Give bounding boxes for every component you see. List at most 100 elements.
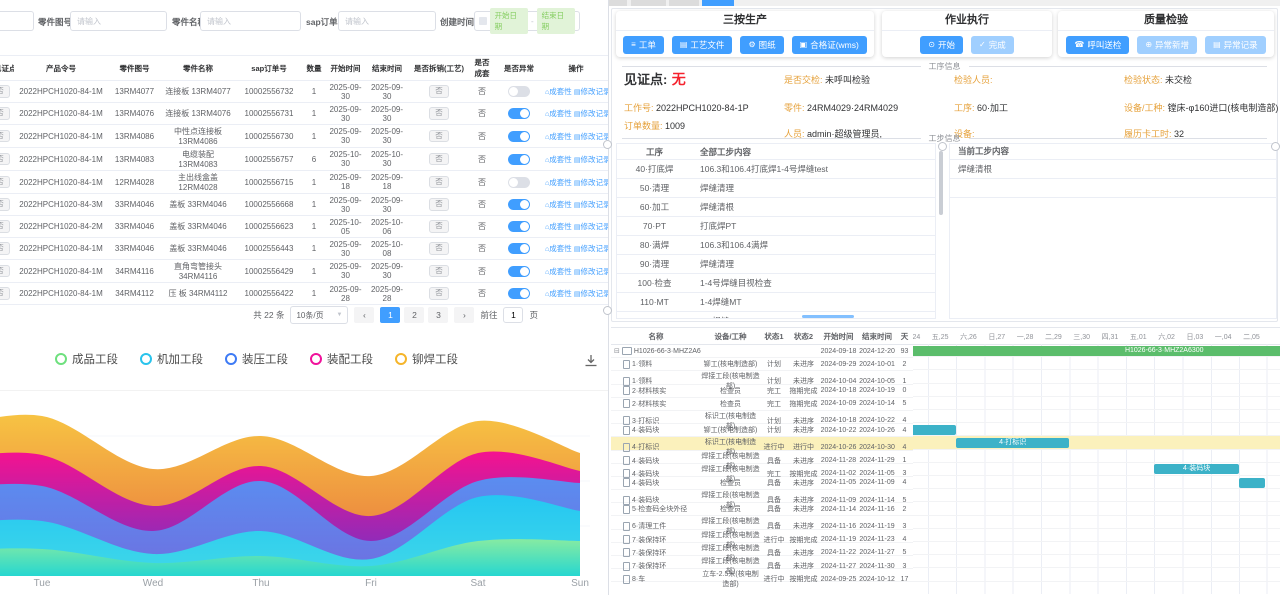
page-button-2[interactable]: 2 <box>404 307 424 323</box>
page-button-1[interactable]: 1 <box>380 307 400 323</box>
table-row[interactable]: 否2022HPCH1020-84-3M33RM4046盖板 33RM404610… <box>0 194 608 216</box>
legend-item-3[interactable]: 装压工段 <box>225 351 288 367</box>
table-row[interactable]: 否2022HPCH1020-84-2M33RM4046盖板 33RM404610… <box>0 216 608 238</box>
tab-active[interactable] <box>702 0 734 6</box>
table-row[interactable]: 否2022HPCH1020-84-1M13RM4086中性点连接板 13RM40… <box>0 125 608 148</box>
part-number-input[interactable] <box>70 11 167 31</box>
witness-no-button[interactable]: 否 <box>0 85 10 97</box>
sap-order-input[interactable] <box>338 11 436 31</box>
process-row[interactable]: 60·加工焊缝清根 <box>617 198 935 217</box>
split-no-button[interactable]: 否 <box>429 220 449 232</box>
witness-no-button[interactable]: 否 <box>0 107 10 119</box>
splitter-handle-left-top[interactable] <box>603 140 612 149</box>
split-no-button[interactable]: 否 <box>429 107 449 119</box>
abnormal-toggle[interactable] <box>508 199 530 210</box>
witness-no-button[interactable]: 否 <box>0 220 10 232</box>
witness-no-button[interactable]: 否 <box>0 198 10 210</box>
modify-record-link[interactable]: ▤修改记录 <box>574 267 608 276</box>
工单-button[interactable]: ≡工单 <box>623 36 664 54</box>
gantt-row[interactable]: 8·车立车-2.5米(核电制造部)进行中按期完成2024-09-252024-1… <box>611 569 913 582</box>
abnormal-toggle[interactable] <box>508 131 530 142</box>
gantt-row[interactable]: 1·领料焊接工段(核电制造部)计划未进序2024-10-042024-10-05… <box>611 371 913 384</box>
split-no-button[interactable]: 否 <box>429 153 449 165</box>
gantt-row[interactable]: 4·装码块焊接工段(核电制造部)具备未进序2024-11-282024-11-2… <box>611 451 913 464</box>
completeness-link[interactable]: ⌂成套性 <box>545 87 574 96</box>
gantt-row[interactable]: 4·装码块焊接工段(核电制造部)完工按期完成2024-11-022024-11-… <box>611 464 913 477</box>
abnormal-toggle[interactable] <box>508 177 530 188</box>
gantt-row[interactable]: 4·装码块焊接工段(核电制造部)具备未进序2024-11-092024-11-1… <box>611 490 913 503</box>
tab-3[interactable] <box>669 0 699 6</box>
process-row[interactable]: 70·PT打底焊PT <box>617 217 935 236</box>
completeness-link[interactable]: ⌂成套性 <box>545 267 574 276</box>
completeness-link[interactable]: ⌂成套性 <box>545 132 574 141</box>
abnormal-toggle[interactable] <box>508 266 530 277</box>
gantt-row[interactable]: 7·装保持环焊接工段(核电制造部)具备未进序2024-11-272024-11-… <box>611 556 913 569</box>
split-no-button[interactable]: 否 <box>429 242 449 254</box>
witness-no-button[interactable]: 否 <box>0 242 10 254</box>
异常记录-button[interactable]: ▤异常记录 <box>1205 36 1266 54</box>
gantt-row[interactable]: 2·材料核实检查员完工拖期完成2024-10-182024-10-190 <box>611 385 913 398</box>
gantt-row[interactable]: ⊟H1026-66-3·MHZ2A63002024-09-182024-12-2… <box>611 345 913 358</box>
gantt-row[interactable]: 6·清理工件焊接工段(核电制造部)具备未进序2024-11-162024-11-… <box>611 516 913 529</box>
part-name-input[interactable] <box>200 11 301 31</box>
completeness-link[interactable]: ⌂成套性 <box>545 200 574 209</box>
gantt-row[interactable]: 4·装码块铆工(核电制造部)计划未进序2024-10-222024-10-264 <box>611 424 913 437</box>
process-row[interactable]: 120·UT1-4焊缝UT <box>617 312 935 319</box>
witness-no-button[interactable]: 否 <box>0 265 10 277</box>
witness-no-button[interactable]: 否 <box>0 130 10 142</box>
splitter-handle-left-bottom[interactable] <box>603 306 612 315</box>
process-row[interactable]: 50·清理焊缝清理 <box>617 179 935 198</box>
goto-page-input[interactable] <box>503 307 523 323</box>
process-row[interactable]: 80·满焊106.3和106.4满焊 <box>617 236 935 255</box>
gantt-row[interactable]: 5·检查码全块外径检查员具备未进序2024-11-142024-11-162 <box>611 503 913 516</box>
witness-no-button[interactable]: 否 <box>0 153 10 165</box>
完成-button[interactable]: ✓完成 <box>971 36 1014 54</box>
gantt-bar-4·打标识[interactable]: 4·打标识 <box>956 438 1069 448</box>
abnormal-toggle[interactable] <box>508 86 530 97</box>
table-row[interactable]: 否2022HPCH1020-84-1M34RM4116直角弯管接头 34RM41… <box>0 260 608 283</box>
splitter-handle-right[interactable] <box>1271 142 1280 151</box>
modify-record-link[interactable]: ▤修改记录 <box>574 109 608 118</box>
gantt-row[interactable]: 2·材料核实检查员完工拖期完成2024-10-092024-10-145 <box>611 398 913 411</box>
modify-record-link[interactable]: ▤修改记录 <box>574 289 608 298</box>
abnormal-toggle[interactable] <box>508 221 530 232</box>
completeness-link[interactable]: ⌂成套性 <box>545 222 574 231</box>
create-time-daterange[interactable]: 开始日期 - 结束日期 <box>474 11 580 31</box>
split-no-button[interactable]: 否 <box>429 265 449 277</box>
gantt-row[interactable]: 4·装码块检查员具备未进序2024-11-052024-11-094 <box>611 477 913 490</box>
modify-record-link[interactable]: ▤修改记录 <box>574 178 608 187</box>
gantt-bar-4·装码块[interactable]: 4·装码块 <box>1154 464 1239 474</box>
table-row[interactable]: 否2022HPCH1020-84-1M13RM4076连接板 13RM40761… <box>0 103 608 125</box>
tab-1[interactable] <box>609 0 627 6</box>
gantt-row[interactable]: 1·领料铆工(核电制造部)计划未进序2024-09-292024-10-012 <box>611 358 913 371</box>
gantt-row[interactable]: 7·装保持环焊接工段(核电制造部)进行中按期完成2024-11-192024-1… <box>611 530 913 543</box>
start-date-pill[interactable]: 开始日期 <box>490 8 528 34</box>
completeness-link[interactable]: ⌂成套性 <box>545 155 574 164</box>
gantt-bar-H1026-66-3·MHZ2A6300[interactable]: H1026-66-3·MHZ2A6300 <box>913 346 1280 356</box>
legend-item-1[interactable]: 成品工段 <box>55 351 118 367</box>
process-row[interactable]: 90·清理焊缝清理 <box>617 255 935 274</box>
completeness-link[interactable]: ⌂成套性 <box>545 109 574 118</box>
开始-button[interactable]: ⊙开始 <box>920 36 963 54</box>
clipped-filter-input[interactable] <box>0 11 34 31</box>
gantt-row[interactable]: 3·打标识标识工(核电制造部)计划未进序2024-10-182024-10-22… <box>611 411 913 424</box>
completeness-link[interactable]: ⌂成套性 <box>545 244 574 253</box>
legend-item-4[interactable]: 装配工段 <box>310 351 373 367</box>
legend-item-5[interactable]: 铆焊工段 <box>395 351 458 367</box>
splitter-handle-middle[interactable] <box>938 142 947 151</box>
abnormal-toggle[interactable] <box>508 108 530 119</box>
process-row[interactable]: 40·打底焊106.3和106.4打底焊1-4号焊缝test <box>617 160 935 179</box>
异常新增-button[interactable]: ⊕异常新增 <box>1137 36 1197 54</box>
witness-no-button[interactable]: 否 <box>0 176 10 188</box>
table-row[interactable]: 否2022HPCH1020-84-1M34RM4112压 板 34RM41121… <box>0 283 608 305</box>
completeness-link[interactable]: ⌂成套性 <box>545 178 574 187</box>
modify-record-link[interactable]: ▤修改记录 <box>574 155 608 164</box>
split-no-button[interactable]: 否 <box>429 130 449 142</box>
gantt-bar[interactable] <box>913 425 956 435</box>
next-page-button[interactable]: › <box>454 307 474 323</box>
table-row[interactable]: 否2022HPCH1020-84-1M13RM4077连接板 13RM40771… <box>0 81 608 103</box>
modify-record-link[interactable]: ▤修改记录 <box>574 222 608 231</box>
completeness-link[interactable]: ⌂成套性 <box>545 289 574 298</box>
prev-page-button[interactable]: ‹ <box>354 307 374 323</box>
图纸-button[interactable]: ⚙图纸 <box>740 36 783 54</box>
